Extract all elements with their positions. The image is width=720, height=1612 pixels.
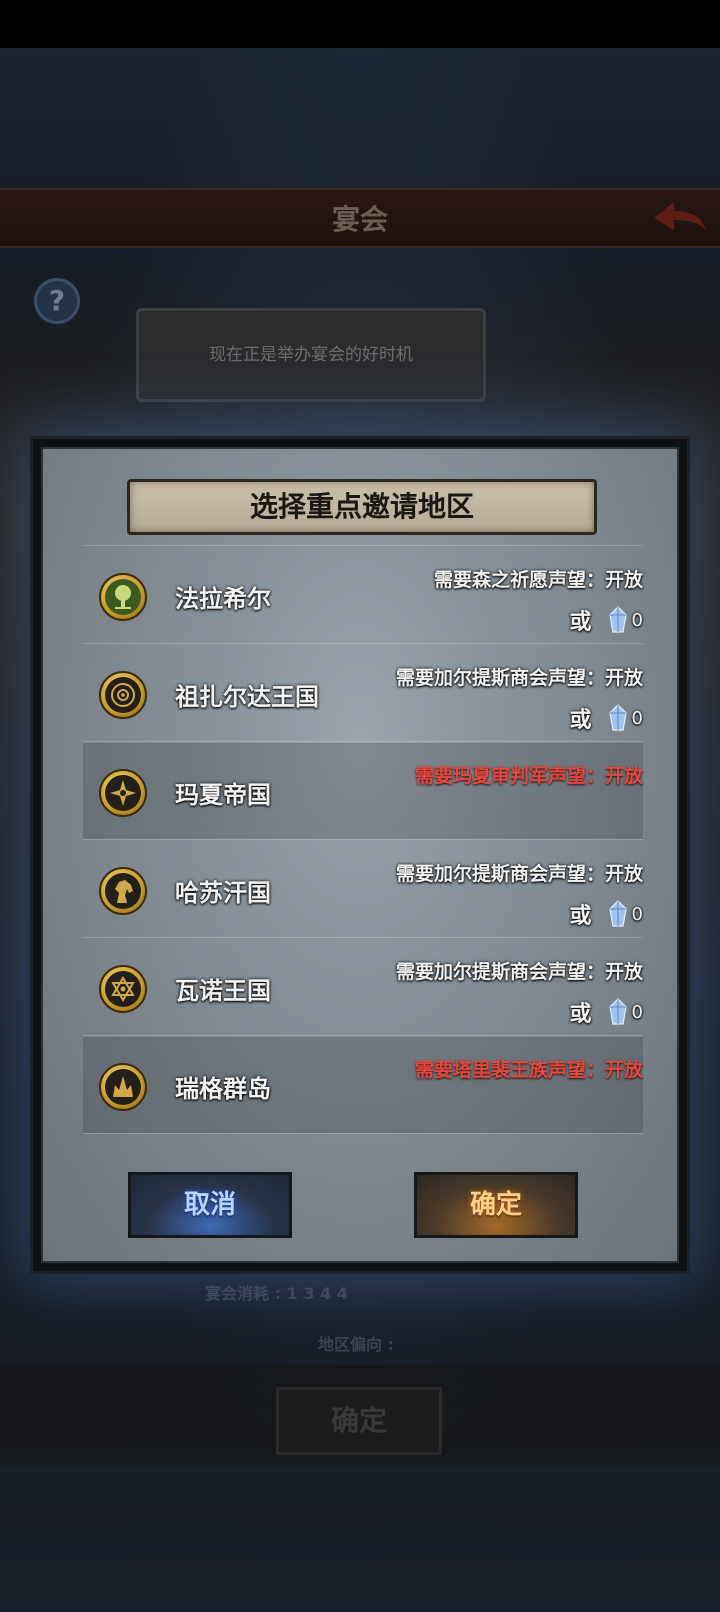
region-name: 法拉希尔 bbox=[175, 585, 271, 613]
tree-emblem-icon bbox=[99, 573, 147, 621]
dialog-panel: 选择重点邀请地区 法拉希尔 需要森之祈愿声望：开放 或 0 祖扎尔达王国 需要加… bbox=[41, 447, 679, 1263]
or-label: 或 bbox=[569, 904, 592, 929]
status-bar bbox=[0, 0, 720, 48]
region-name: 瓦诺王国 bbox=[175, 977, 271, 1005]
requirement-text: 需要塔里裴王族声望：开放 bbox=[414, 1059, 643, 1081]
banquet-cost: 宴会消耗 : 1 3 4 4 bbox=[205, 1284, 348, 1303]
cancel-button[interactable]: 取消 bbox=[128, 1172, 292, 1238]
region-row-maxia[interactable]: 玛夏帝国 需要玛夏审判军声望：开放 bbox=[83, 743, 643, 839]
alt-cost: 或 0 bbox=[570, 605, 643, 635]
region-name: 瑞格群岛 bbox=[175, 1075, 271, 1103]
region-row-wanuo[interactable]: 瓦诺王国 需要加尔提斯商会声望：开放 或 0 bbox=[83, 939, 643, 1035]
hexagram-emblem-icon bbox=[99, 965, 147, 1013]
region-name: 玛夏帝国 bbox=[175, 781, 271, 809]
crystal-gem-icon bbox=[608, 704, 627, 731]
or-label: 或 bbox=[569, 610, 592, 635]
back-arrow-icon[interactable] bbox=[650, 198, 708, 238]
region-row-falaxier[interactable]: 法拉希尔 需要森之祈愿声望：开放 或 0 bbox=[83, 547, 643, 643]
dialog-title: 选择重点邀请地区 bbox=[127, 479, 597, 535]
region-name: 哈苏汗国 bbox=[175, 879, 271, 907]
speech-bubble: 现在正是举办宴会的好时机 bbox=[136, 308, 486, 402]
alt-cost: 或 0 bbox=[570, 703, 643, 733]
requirement-text: 需要加尔提斯商会声望：开放 bbox=[395, 667, 643, 689]
region-name: 祖扎尔达王国 bbox=[175, 683, 319, 711]
or-label: 或 bbox=[569, 708, 592, 733]
requirement-text: 需要加尔提斯商会声望：开放 bbox=[395, 863, 643, 885]
requirement-text: 需要加尔提斯商会声望：开放 bbox=[395, 961, 643, 983]
region-row-zuzhaerda[interactable]: 祖扎尔达王国 需要加尔提斯商会声望：开放 或 0 bbox=[83, 645, 643, 741]
cost-amount: 0 bbox=[631, 707, 643, 729]
divider bbox=[83, 1035, 643, 1036]
help-button[interactable]: ? bbox=[34, 278, 80, 324]
background-confirm-button: 确定 bbox=[276, 1387, 442, 1455]
crystal-gem-icon bbox=[608, 998, 627, 1025]
confirm-button[interactable]: 确定 bbox=[414, 1172, 578, 1238]
region-row-ruige[interactable]: 瑞格群岛 需要塔里裴王族声望：开放 bbox=[83, 1037, 643, 1133]
divider bbox=[83, 1133, 643, 1134]
requirement-text: 需要玛夏审判军声望：开放 bbox=[414, 765, 643, 787]
divider bbox=[83, 839, 643, 840]
compass-star-emblem-icon bbox=[99, 769, 147, 817]
divider bbox=[83, 741, 643, 742]
cost-amount: 0 bbox=[631, 1001, 643, 1023]
region-bias-label: 地区偏向 : bbox=[318, 1335, 394, 1354]
horse-head-emblem-icon bbox=[99, 867, 147, 915]
region-select-dialog: 选择重点邀请地区 法拉希尔 需要森之祈愿声望：开放 或 0 祖扎尔达王国 需要加… bbox=[30, 436, 690, 1274]
cost-amount: 0 bbox=[631, 609, 643, 631]
divider bbox=[83, 643, 643, 644]
region-row-hasu[interactable]: 哈苏汗国 需要加尔提斯商会声望：开放 或 0 bbox=[83, 841, 643, 937]
screen-title: 宴会 bbox=[331, 203, 388, 236]
divider bbox=[83, 937, 643, 938]
divider bbox=[83, 545, 643, 546]
sun-swirl-emblem-icon bbox=[99, 671, 147, 719]
requirement-text: 需要森之祈愿声望：开放 bbox=[433, 569, 643, 591]
or-label: 或 bbox=[569, 1002, 592, 1027]
cost-amount: 0 bbox=[631, 903, 643, 925]
crystal-gem-icon bbox=[608, 606, 627, 633]
crown-spire-emblem-icon bbox=[99, 1063, 147, 1111]
alt-cost: 或 0 bbox=[570, 997, 643, 1027]
crystal-gem-icon bbox=[608, 900, 627, 927]
alt-cost: 或 0 bbox=[570, 899, 643, 929]
